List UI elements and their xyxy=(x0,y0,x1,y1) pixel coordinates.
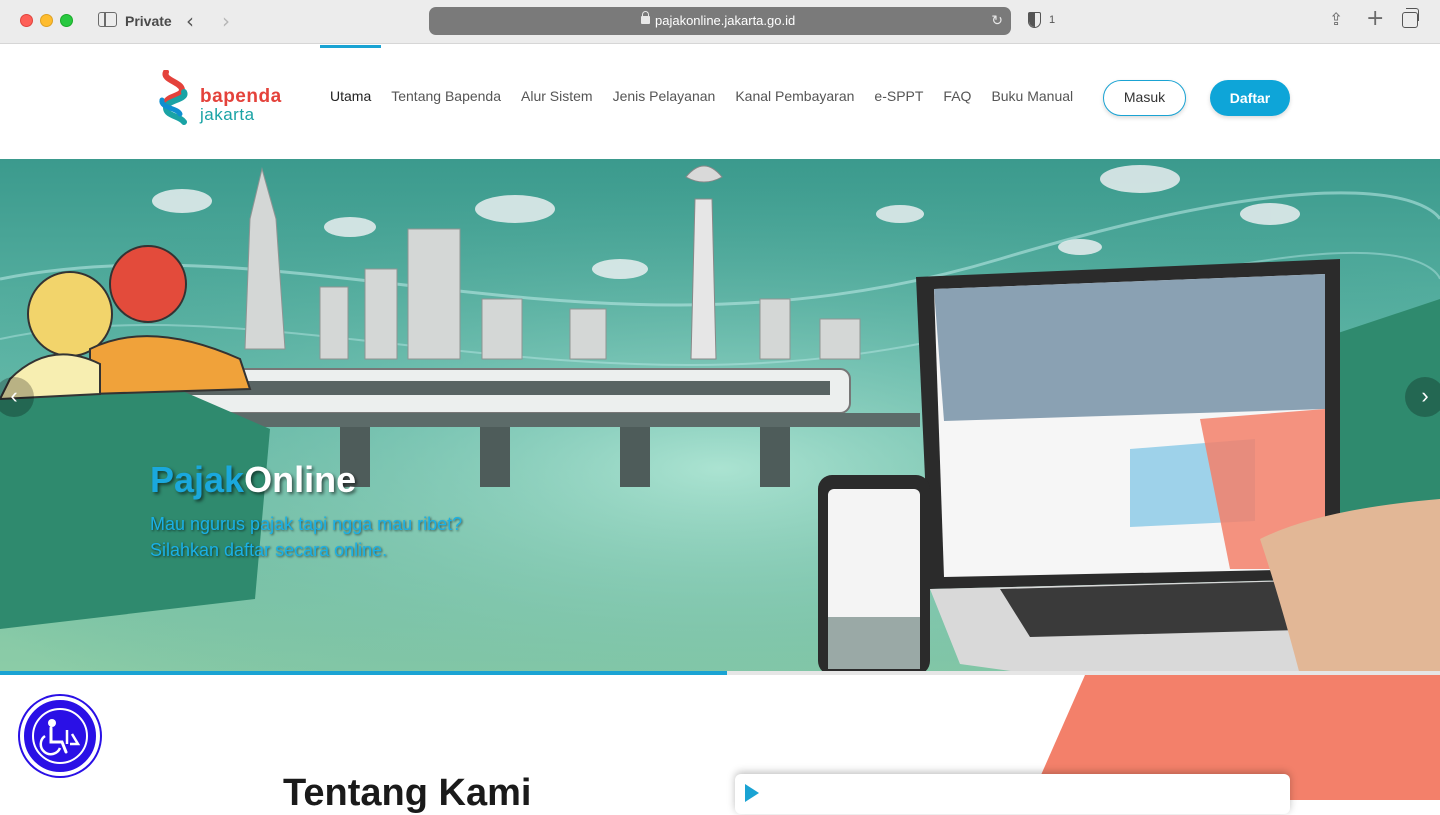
hero-title-rest: Online xyxy=(244,459,357,500)
main-nav: Utama Tentang Bapenda Alur Sistem Jenis … xyxy=(330,88,1073,104)
video-card[interactable] xyxy=(735,774,1290,814)
accessibility-icon xyxy=(32,708,88,764)
section-title-tentang-kami: Tentang Kami xyxy=(283,772,532,814)
hero-subtitle-line-1: Mau ngurus pajak tapi ngga mau ribet? xyxy=(150,514,463,534)
hero-subtitle-line-2: Silahkan daftar secara online. xyxy=(150,540,388,560)
minimize-window-button[interactable] xyxy=(40,14,53,27)
register-button[interactable]: Daftar xyxy=(1210,80,1290,116)
hero-title: PajakOnline xyxy=(150,459,356,501)
address-bar[interactable]: pajakonline.jakarta.go.id ↻ xyxy=(429,7,1011,35)
nav-item-alur-sistem[interactable]: Alur Sistem xyxy=(521,88,593,104)
hero-carousel: PajakOnline Mau ngurus pajak tapi ngga m… xyxy=(0,159,1440,675)
tab-overview-icon[interactable] xyxy=(1402,8,1419,28)
forward-arrow-icon[interactable]: › xyxy=(222,9,230,33)
new-tab-icon[interactable]: + xyxy=(1366,6,1384,31)
browser-toolbar: Private ‹ › pajakonline.jakarta.go.id ↻ … xyxy=(0,0,1440,44)
hero-title-accent: Pajak xyxy=(150,459,245,500)
lock-icon xyxy=(641,11,650,24)
bapenda-logo-icon[interactable] xyxy=(158,70,192,126)
private-label: Private xyxy=(125,13,172,29)
nav-item-buku-manual[interactable]: Buku Manual xyxy=(991,88,1073,104)
privacy-count: 1 xyxy=(1049,14,1056,26)
login-button[interactable]: Masuk xyxy=(1103,80,1186,116)
hero-subtitle: Mau ngurus pajak tapi ngga mau ribet? Si… xyxy=(150,511,462,563)
reload-icon[interactable]: ↻ xyxy=(991,12,1003,29)
carousel-next-button[interactable]: › xyxy=(1405,377,1440,417)
site-header: bapenda jakarta Utama Tentang Bapenda Al… xyxy=(0,45,1440,159)
close-window-button[interactable] xyxy=(20,14,33,27)
sidebar-toggle-icon[interactable] xyxy=(98,12,117,27)
hero-illustration xyxy=(0,159,1440,675)
share-icon[interactable]: ⇪ xyxy=(1329,10,1343,30)
nav-item-e-sppt[interactable]: e-SPPT xyxy=(874,88,923,104)
accessibility-button[interactable] xyxy=(20,696,100,776)
chevron-left-icon: ‹ xyxy=(10,383,18,408)
privacy-shield-icon[interactable] xyxy=(1028,12,1041,28)
nav-item-faq[interactable]: FAQ xyxy=(943,88,971,104)
nav-item-utama[interactable]: Utama xyxy=(330,88,371,104)
url-text: pajakonline.jakarta.go.id xyxy=(655,13,796,28)
logo-subtext: jakarta xyxy=(200,105,255,124)
nav-item-tentang-bapenda[interactable]: Tentang Bapenda xyxy=(391,88,501,104)
zoom-window-button[interactable] xyxy=(60,14,73,27)
active-nav-indicator xyxy=(320,45,381,48)
logo-wordmark-part-b: penda xyxy=(223,86,282,107)
back-arrow-icon[interactable]: ‹ xyxy=(186,9,194,33)
logo-wordmark-part-a: ba xyxy=(200,86,224,107)
nav-item-kanal-pembayaran[interactable]: Kanal Pembayaran xyxy=(735,88,854,104)
nav-item-jenis-pelayanan[interactable]: Jenis Pelayanan xyxy=(613,88,716,104)
chevron-right-icon: › xyxy=(1421,383,1429,408)
